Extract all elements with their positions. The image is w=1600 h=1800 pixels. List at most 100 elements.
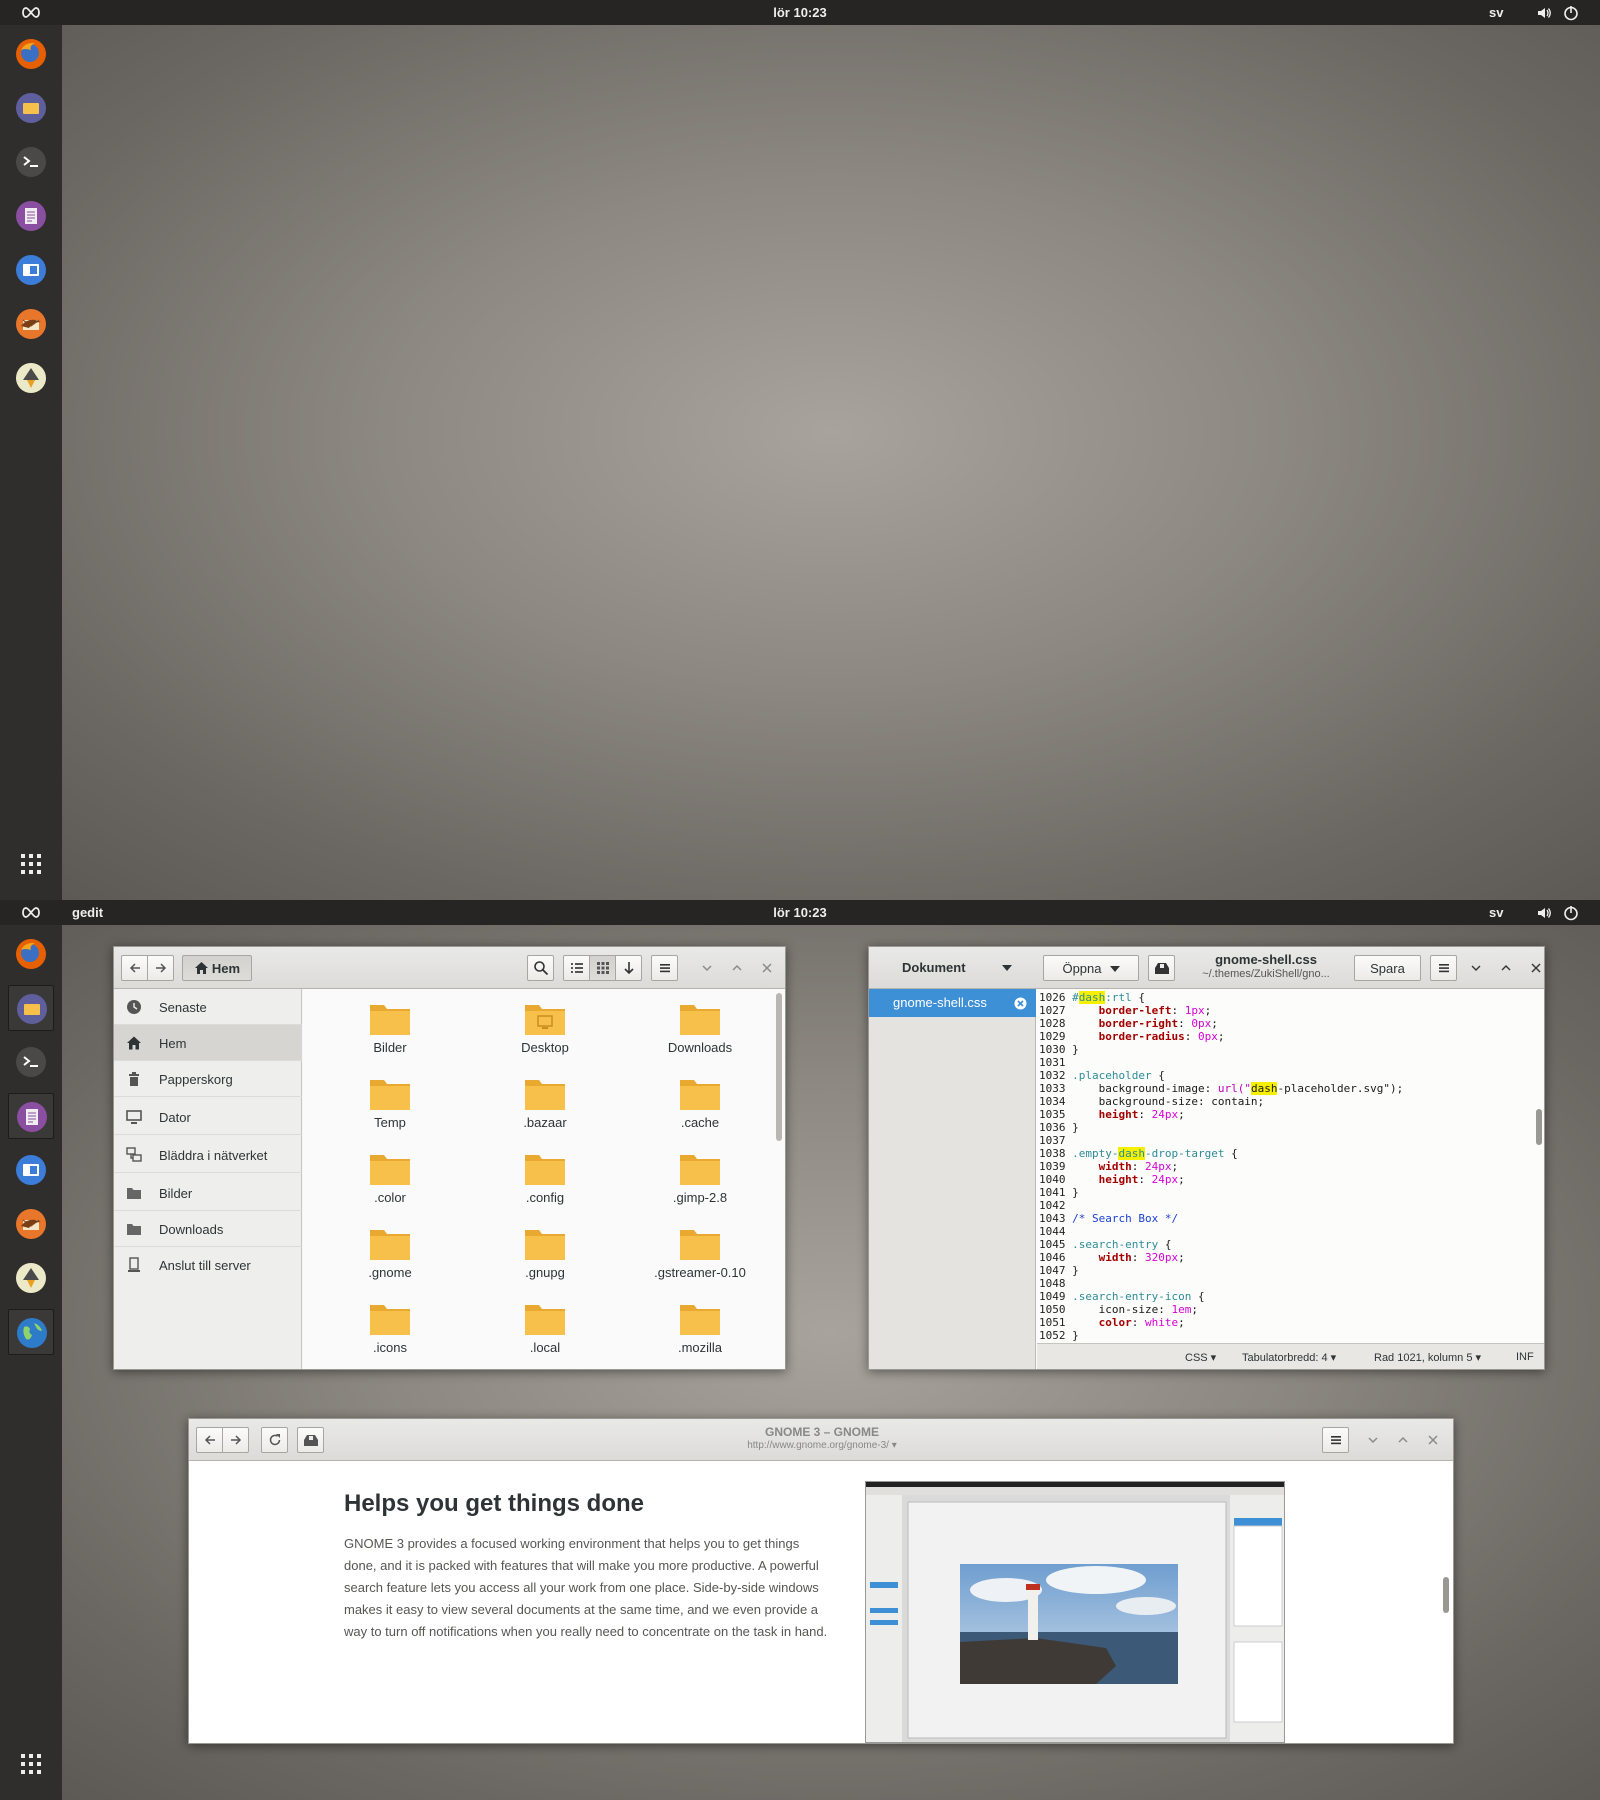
window-subtitle: ~/.themes/ZukiShell/gno... <box>1202 968 1330 980</box>
folder-item[interactable]: .gnome <box>325 1218 455 1288</box>
dash-item-web-browser[interactable] <box>8 1309 54 1355</box>
location-label: Hem <box>211 960 241 976</box>
sidebar-item-computer[interactable]: Dator <box>114 1099 302 1135</box>
folder-item[interactable]: .mozilla <box>635 1293 765 1363</box>
minimize-icon[interactable] <box>1365 1432 1381 1448</box>
folder-item[interactable]: .local <box>480 1293 610 1363</box>
language-selector[interactable]: CSS ▾ <box>1185 1351 1216 1364</box>
sidebar-item-label: Papperskorg <box>159 1072 233 1087</box>
dash-item-inkscape[interactable] <box>8 1255 54 1301</box>
language-label: CSS <box>1185 1352 1208 1364</box>
forward-button[interactable] <box>222 1427 249 1453</box>
screenshot-illustration <box>866 1482 1284 1742</box>
code-editor[interactable]: 1026 #dash:rtl {1027 border-left: 1px; 10… <box>1037 989 1534 1343</box>
code-token: ; <box>1191 1303 1198 1316</box>
folder-item[interactable]: .icons <box>325 1293 455 1363</box>
dash-item-terminal[interactable] <box>8 1039 54 1085</box>
web-scrollbar[interactable] <box>1443 1577 1449 1613</box>
folder-item[interactable]: .gstreamer-0.10 <box>635 1218 765 1288</box>
show-applications-icon[interactable] <box>19 852 43 876</box>
code-token: 0px <box>1191 1017 1212 1030</box>
new-tab-button[interactable] <box>1148 955 1175 981</box>
sidebar-item-connect-server[interactable]: Anslut till server <box>114 1247 302 1283</box>
menu-button[interactable] <box>651 955 678 981</box>
folder-item[interactable]: .gnupg <box>480 1218 610 1288</box>
code-line: 1026 #dash:rtl { <box>1037 991 1534 1004</box>
dash-item-files[interactable] <box>8 985 54 1031</box>
dash-item-text-editor[interactable] <box>8 193 54 239</box>
editor-scrollbar[interactable] <box>1536 1109 1542 1145</box>
power-icon[interactable] <box>1563 905 1579 921</box>
app-menu[interactable]: gedit <box>72 905 103 920</box>
document-tab-gnome-shell-css[interactable]: gnome-shell.css <box>869 989 1036 1017</box>
folder-item[interactable]: .gimp-2.8 <box>635 1143 765 1213</box>
sidebar-item-downloads[interactable]: Downloads <box>114 1211 302 1247</box>
volume-icon[interactable] <box>1536 5 1552 21</box>
sidebar-item-pictures[interactable]: Bilder <box>114 1175 302 1211</box>
save-button[interactable]: Spara <box>1354 955 1421 981</box>
open-button[interactable]: Öppna <box>1043 955 1139 981</box>
show-applications-icon[interactable] <box>19 1752 43 1776</box>
activities-icon[interactable] <box>20 6 42 19</box>
dash-item-thunderbird[interactable] <box>8 1201 54 1247</box>
maximize-icon[interactable] <box>1395 1432 1411 1448</box>
close-icon[interactable] <box>759 960 775 976</box>
minimize-icon[interactable] <box>1468 960 1484 976</box>
list-view-button[interactable] <box>563 955 590 981</box>
maximize-icon[interactable] <box>1498 960 1514 976</box>
gimp-screenshot-image[interactable] <box>865 1481 1285 1743</box>
dash-item-virtualbox[interactable] <box>8 1147 54 1193</box>
dash-item-firefox[interactable] <box>8 31 54 77</box>
language-indicator[interactable]: sv <box>1489 905 1503 920</box>
close-icon[interactable] <box>1425 1432 1441 1448</box>
grid-view-button[interactable] <box>589 955 616 981</box>
language-indicator[interactable]: sv <box>1489 5 1503 20</box>
folder-item[interactable]: .cache <box>635 1068 765 1138</box>
dash-item-text-editor[interactable] <box>8 1093 54 1139</box>
dash-item-firefox[interactable] <box>8 931 54 977</box>
sort-button[interactable] <box>615 955 642 981</box>
clock[interactable]: lör 10:23 <box>773 5 826 20</box>
chevron-down-icon[interactable] <box>1002 964 1012 972</box>
location-home-button[interactable]: Hem <box>182 955 252 981</box>
folder-icon <box>370 1080 410 1110</box>
folder-item[interactable]: .color <box>325 1143 455 1213</box>
folder-item[interactable]: .config <box>480 1143 610 1213</box>
menu-button[interactable] <box>1322 1427 1349 1453</box>
sidebar-item-network[interactable]: Bläddra i nätverket <box>114 1137 302 1173</box>
sidebar-item-trash[interactable]: Papperskorg <box>114 1061 302 1097</box>
dash-item-files[interactable] <box>8 85 54 131</box>
search-button[interactable] <box>527 955 554 981</box>
code-token: /* Search Box */ <box>1072 1212 1179 1225</box>
folder-item[interactable]: .bazaar <box>480 1068 610 1138</box>
maximize-icon[interactable] <box>729 960 745 976</box>
folder-item[interactable]: Desktop <box>480 993 610 1063</box>
sidebar-item-home[interactable]: Hem <box>114 1025 302 1061</box>
close-icon[interactable] <box>1528 960 1544 976</box>
section-paragraph: GNOME 3 provides a focused working envir… <box>344 1536 828 1639</box>
close-document-icon[interactable] <box>1014 997 1027 1010</box>
files-scrollbar[interactable] <box>776 993 782 1141</box>
reload-button[interactable] <box>261 1427 288 1453</box>
minimize-icon[interactable] <box>699 960 715 976</box>
power-icon[interactable] <box>1563 5 1579 21</box>
clock[interactable]: lör 10:23 <box>773 905 826 920</box>
tab-width-selector[interactable]: Tabulatorbredd: 4 ▾ <box>1242 1351 1336 1364</box>
folder-item[interactable]: Temp <box>325 1068 455 1138</box>
folder-item[interactable]: Downloads <box>635 993 765 1063</box>
cursor-position[interactable]: Rad 1021, kolumn 5 ▾ <box>1374 1351 1481 1364</box>
dash-item-inkscape[interactable] <box>8 355 54 401</box>
dash-item-terminal[interactable] <box>8 139 54 185</box>
menu-button[interactable] <box>1430 955 1457 981</box>
forward-button[interactable] <box>147 955 174 981</box>
new-tab-button[interactable] <box>297 1427 324 1453</box>
sidebar-item-recent[interactable]: Senaste <box>114 989 302 1025</box>
back-button[interactable] <box>121 955 148 981</box>
folder-item[interactable]: Bilder <box>325 993 455 1063</box>
dash-item-virtualbox[interactable] <box>8 247 54 293</box>
back-button[interactable] <box>196 1427 223 1453</box>
url-bar[interactable]: http://www.gnome.org/gnome-3/ ▾ <box>622 1440 1022 1451</box>
dash-item-thunderbird[interactable] <box>8 301 54 347</box>
activities-icon[interactable] <box>20 906 42 919</box>
volume-icon[interactable] <box>1536 905 1552 921</box>
